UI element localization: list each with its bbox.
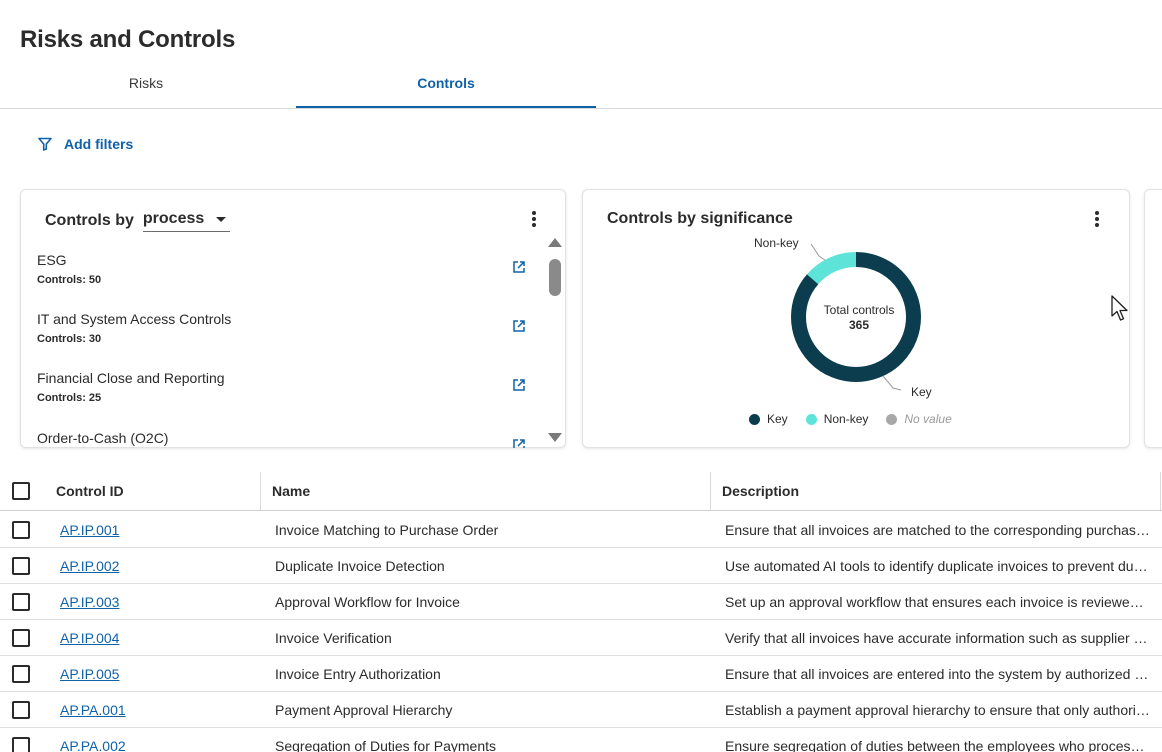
- group-by-dropdown[interactable]: process: [142, 210, 231, 232]
- legend-label: Key: [767, 412, 788, 426]
- list-item: IT and System Access Controls Controls: 3…: [37, 311, 537, 363]
- open-link-icon[interactable]: [512, 378, 526, 392]
- process-count: Controls: 30: [37, 333, 102, 345]
- legend-dot: [749, 413, 760, 425]
- legend-item-nonkey[interactable]: Non-key: [805, 412, 869, 426]
- control-description: Verify that all invoices have accurate i…: [725, 630, 1151, 646]
- select-all-checkbox[interactable]: [12, 482, 30, 500]
- process-name: Financial Close and Reporting: [37, 370, 225, 386]
- process-count: Controls: 25: [37, 392, 102, 404]
- dropdown-value: process: [142, 210, 205, 227]
- process-name: ESG: [37, 252, 67, 268]
- controls-by-process-card: Controls by process ESG Controls: 50 IT a…: [20, 189, 566, 448]
- donut-slices: [791, 252, 921, 383]
- legend-item-novalue[interactable]: No value: [886, 412, 952, 426]
- table-row[interactable]: AP.PA.002 Segregation of Duties for Paym…: [0, 728, 1162, 752]
- control-id-link[interactable]: AP.PA.001: [60, 692, 250, 728]
- card-title: Controls by process: [45, 210, 231, 232]
- control-id-link[interactable]: AP.IP.005: [60, 656, 250, 692]
- list-item: Financial Close and Reporting Controls: 2…: [37, 370, 537, 422]
- row-checkbox[interactable]: [12, 665, 30, 683]
- control-name: Invoice Entry Authorization: [275, 666, 441, 682]
- callout-label-nonkey: Non-key: [754, 236, 799, 250]
- row-checkbox[interactable]: [12, 737, 30, 752]
- card-title-prefix: Controls by: [45, 212, 134, 229]
- control-id-link[interactable]: AP.IP.003: [60, 584, 250, 620]
- scroll-down-arrow-icon[interactable]: [548, 433, 562, 442]
- scroll-up-arrow-icon[interactable]: [548, 238, 562, 247]
- significance-donut-chart: Non-key Key Total controls 365: [754, 236, 932, 399]
- caret-down-icon: [216, 216, 227, 222]
- control-id-link[interactable]: AP.IP.004: [60, 620, 250, 656]
- legend-label: Non-key: [823, 412, 869, 426]
- table-header: Control ID Name Description: [0, 472, 1162, 511]
- table-row[interactable]: AP.IP.001 Invoice Matching to Purchase O…: [0, 512, 1162, 548]
- control-description: Set up an approval workflow that ensures…: [725, 594, 1151, 610]
- control-description: Establish a payment approval hierarchy t…: [725, 702, 1151, 718]
- control-name: Duplicate Invoice Detection: [275, 558, 445, 574]
- control-name: Payment Approval Hierarchy: [275, 702, 453, 718]
- center-label: Total controls: [824, 303, 895, 317]
- add-filters-label: Add filters: [64, 136, 134, 152]
- tab-bar: Risks Controls: [0, 60, 1162, 109]
- open-link-icon[interactable]: [512, 260, 526, 274]
- scrollbar-thumb[interactable]: [549, 259, 561, 296]
- row-checkbox[interactable]: [12, 701, 30, 719]
- tab-risks[interactable]: Risks: [0, 60, 296, 108]
- process-count: Controls: 50: [37, 274, 102, 286]
- list-item: Order-to-Cash (O2C): [37, 430, 537, 448]
- control-description: Ensure that all invoices are entered int…: [725, 666, 1151, 682]
- legend-item-key[interactable]: Key: [749, 412, 788, 426]
- control-id-link[interactable]: AP.IP.002: [60, 548, 250, 584]
- table-row[interactable]: AP.IP.002 Duplicate Invoice Detection Us…: [0, 548, 1162, 584]
- process-name: IT and System Access Controls: [37, 311, 232, 327]
- control-id-link[interactable]: AP.IP.001: [60, 512, 250, 548]
- chart-legend: Key Non-key No value: [749, 412, 970, 426]
- legend-dot: [805, 413, 817, 425]
- control-id-link[interactable]: AP.PA.002: [60, 728, 250, 752]
- next-card-partial: [1144, 189, 1162, 448]
- filter-icon: [38, 137, 52, 151]
- row-checkbox[interactable]: [12, 593, 30, 611]
- open-link-icon[interactable]: [512, 438, 526, 448]
- table-row[interactable]: AP.IP.003 Approval Workflow for Invoice …: [0, 584, 1162, 620]
- center-value: 365: [849, 318, 869, 332]
- page-title: Risks and Controls: [20, 26, 236, 53]
- open-link-icon[interactable]: [512, 319, 526, 333]
- process-list: ESG Controls: 50 IT and System Access Con…: [21, 246, 547, 448]
- table-row[interactable]: AP.IP.004 Invoice Verification Verify th…: [0, 620, 1162, 656]
- list-item: ESG Controls: 50: [37, 252, 537, 304]
- process-name: Order-to-Cash (O2C): [37, 430, 169, 446]
- control-description: Use automated AI tools to identify dupli…: [725, 558, 1151, 574]
- legend-label: No value: [904, 412, 952, 426]
- tab-controls[interactable]: Controls: [296, 60, 596, 108]
- control-name: Segregation of Duties for Payments: [275, 738, 497, 752]
- row-checkbox[interactable]: [12, 521, 30, 539]
- control-name: Invoice Verification: [275, 630, 392, 646]
- add-filters-button[interactable]: Add filters: [38, 136, 133, 152]
- controls-by-significance-card: Controls by significance Non-key Key Tot…: [582, 189, 1130, 448]
- row-checkbox[interactable]: [12, 629, 30, 647]
- column-header-name[interactable]: Name: [272, 472, 310, 510]
- control-description: Ensure segregation of duties between the…: [725, 738, 1151, 752]
- control-name: Invoice Matching to Purchase Order: [275, 522, 499, 538]
- column-header-description[interactable]: Description: [722, 472, 799, 510]
- mouse-pointer-icon: [1111, 295, 1128, 321]
- column-header-control-id[interactable]: Control ID: [56, 472, 124, 510]
- column-divider[interactable]: [710, 472, 711, 510]
- callout-line-nonkey: [810, 243, 826, 261]
- table-row[interactable]: AP.PA.001 Payment Approval Hierarchy Est…: [0, 692, 1162, 728]
- column-divider[interactable]: [1160, 472, 1161, 510]
- row-checkbox[interactable]: [12, 557, 30, 575]
- callout-line-key: [882, 375, 902, 391]
- control-name: Approval Workflow for Invoice: [275, 594, 460, 610]
- more-options-icon[interactable]: [530, 209, 538, 229]
- column-divider[interactable]: [260, 472, 261, 510]
- table-row[interactable]: AP.IP.005 Invoice Entry Authorization En…: [0, 656, 1162, 692]
- callout-label-key: Key: [911, 385, 932, 399]
- legend-dot: [886, 413, 898, 425]
- control-description: Ensure that all invoices are matched to …: [725, 522, 1151, 538]
